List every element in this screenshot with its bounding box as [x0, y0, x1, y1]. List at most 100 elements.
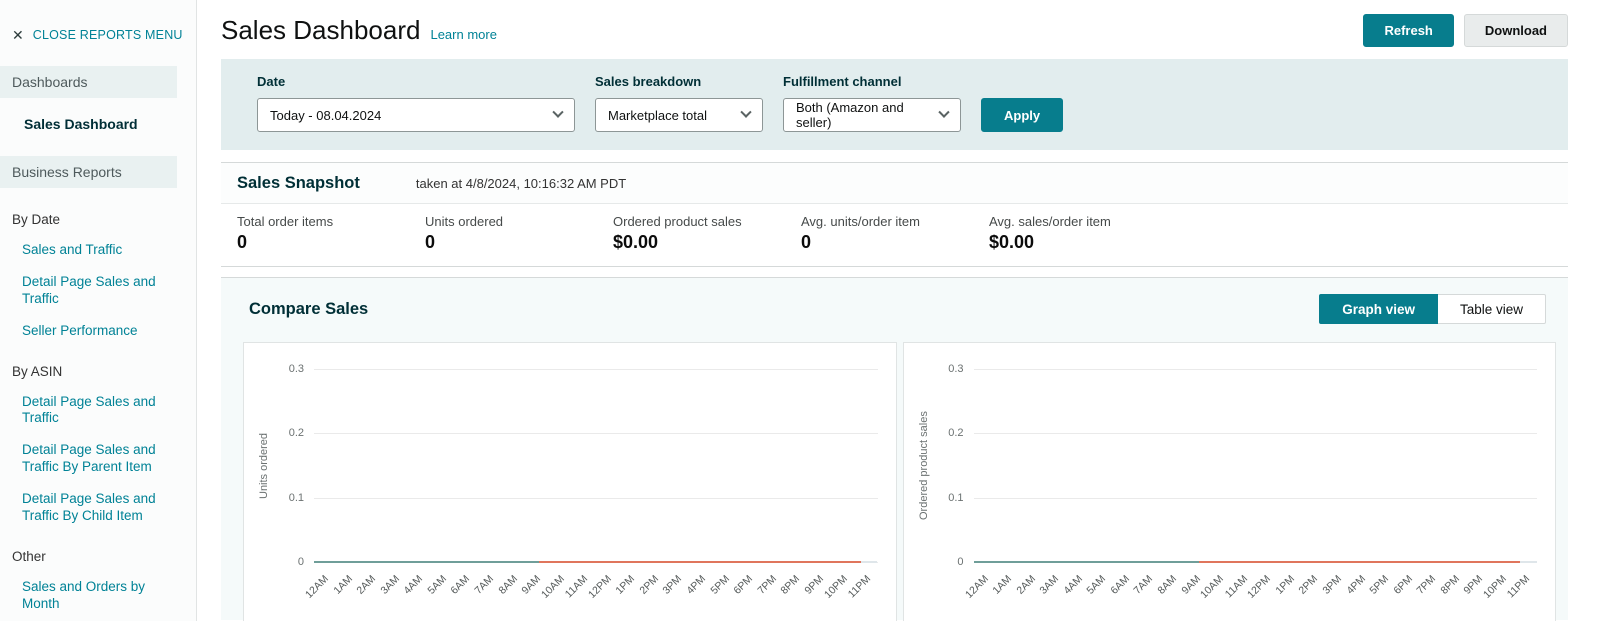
x-tick: 7AM: [472, 566, 501, 618]
y-tick-label: 0.2: [948, 427, 964, 440]
sidebar-group-by-date: By Date: [12, 212, 61, 227]
stat-value: 0: [801, 232, 812, 252]
sidebar-group-by-asin: By ASIN: [12, 363, 63, 379]
date-select-value: Today - 08.04.2024: [270, 107, 382, 123]
x-tick: 3PM: [1320, 566, 1349, 618]
date-label: Date: [257, 74, 286, 89]
x-tick: 2AM: [354, 566, 383, 618]
x-tick: 11PM: [846, 566, 878, 618]
sidebar-link[interactable]: Detail Page Sales and Traffic: [22, 394, 164, 428]
stat-label: Ordered product sales: [613, 214, 742, 229]
x-tick: 12AM: [303, 566, 336, 618]
sidebar-link[interactable]: Detail Page Sales and Traffic By Parent …: [22, 442, 164, 476]
snapshot-stat: Total order items 0: [237, 214, 425, 253]
compare-sales-section: Compare Sales Graph view Table view Unit…: [221, 277, 1568, 621]
x-axis-labels: 12AM 1AM 2AM 3AM 4AM 5AM 6AM 7AM 8AM 9AM…: [303, 566, 878, 618]
refresh-button[interactable]: Refresh: [1363, 14, 1454, 47]
reports-sidebar: ✕ CLOSE REPORTS MENU Dashboards Sales Da…: [0, 0, 197, 621]
page: ✕ CLOSE REPORTS MENU Dashboards Sales Da…: [0, 0, 1600, 621]
sales-snapshot-section: Sales Snapshot taken at 4/8/2024, 10:16:…: [221, 162, 1568, 267]
y-tick-label: 0: [957, 556, 964, 568]
learn-more-link[interactable]: Learn more: [430, 27, 496, 42]
y-axis-label: Units ordered: [258, 432, 270, 499]
units-ordered-chart: Units ordered 0.3 0.2 0.1 0 12AM 1AM 2AM…: [243, 342, 897, 621]
stat-label: Total order items: [237, 214, 334, 229]
ordered-product-sales-chart: Ordered product sales 0.3 0.2 0.1 0 12AM…: [902, 342, 1556, 621]
x-tick: 6AM: [1108, 566, 1137, 618]
sidebar-section-dashboards[interactable]: Dashboards: [0, 66, 177, 98]
snapshot-stat: Units ordered 0: [425, 214, 613, 253]
download-button[interactable]: Download: [1463, 14, 1568, 47]
x-tick: 5AM: [425, 566, 454, 618]
sidebar-section-business-reports[interactable]: Business Reports: [0, 156, 177, 188]
compare-sales-title: Compare Sales: [249, 299, 369, 318]
series-orange-line: [539, 561, 861, 563]
x-tick: 8PM: [1438, 566, 1467, 618]
snapshot-timestamp: taken at 4/8/2024, 10:16:32 AM PDT: [415, 176, 627, 191]
y-tick-label: 0.3: [288, 363, 304, 375]
stat-value: 0: [425, 232, 436, 252]
x-tick-label: 12AM: [962, 573, 991, 601]
series-orange-line: [1198, 561, 1521, 563]
snapshot-stat: Avg. sales/order item $0.00: [989, 214, 1177, 253]
x-tick: 8AM: [1155, 566, 1184, 618]
sidebar-links-by-date: Sales and Traffic Detail Page Sales and T…: [22, 242, 164, 340]
x-tick: 4AM: [402, 566, 430, 618]
x-tick: 12AM: [963, 566, 996, 618]
sidebar-link[interactable]: Detail Page Sales and Traffic: [22, 274, 164, 308]
y-tick-label: 0.2: [288, 427, 304, 440]
graph-view-button[interactable]: Graph view: [1319, 294, 1438, 324]
x-tick: 3PM: [661, 566, 689, 618]
x-tick: 2AM: [1014, 566, 1043, 618]
fulfillment-channel-value: Both (Amazon and seller): [796, 100, 904, 130]
y-tick-label: 0.1: [948, 491, 964, 504]
x-tick: 4PM: [684, 566, 713, 618]
y-tick-label: 0.3: [948, 363, 964, 375]
sidebar-group-other: Other: [12, 548, 46, 564]
x-tick: 5PM: [1367, 566, 1396, 618]
x-tick: 1PM: [1273, 566, 1302, 618]
sidebar-link[interactable]: Sales and Orders by Month: [22, 579, 164, 613]
sidebar-link[interactable]: Detail Page Sales and Traffic By Child I…: [22, 491, 164, 525]
x-tick: 7PM: [1415, 566, 1443, 618]
fulfillment-channel-select[interactable]: Both (Amazon and seller): [783, 98, 961, 132]
x-tick: 1PM: [614, 566, 642, 618]
x-tick: 6PM: [731, 566, 760, 618]
sales-breakdown-select[interactable]: Marketplace total: [595, 98, 763, 132]
y-tick-label: 0.1: [288, 491, 304, 504]
stat-value: 0: [237, 232, 248, 252]
x-tick: 7PM: [755, 566, 784, 618]
sidebar-item-sales-dashboard[interactable]: Sales Dashboard: [24, 116, 196, 132]
date-select[interactable]: Today - 08.04.2024: [257, 98, 575, 132]
y-tick-label: 0: [297, 556, 304, 568]
gridline: [973, 369, 1537, 370]
sales-snapshot-title: Sales Snapshot: [237, 174, 360, 192]
gridline: [314, 369, 878, 370]
table-view-button[interactable]: Table view: [1437, 294, 1546, 324]
fulfillment-channel-field: Fulfillment channel Both (Amazon and sel…: [783, 74, 961, 132]
snapshot-stat: Ordered product sales $0.00: [613, 214, 801, 253]
x-tick: 8AM: [496, 566, 525, 618]
stat-label: Units ordered: [425, 214, 504, 229]
page-header: Sales Dashboard Learn more Refresh Downl…: [221, 14, 1568, 47]
axis-line-tail: [1520, 561, 1537, 563]
chevron-down-icon: [938, 106, 950, 118]
zero-data-line: [973, 561, 1538, 563]
x-tick: 3AM: [1038, 566, 1066, 618]
x-tick: 8PM: [779, 566, 807, 618]
x-tick: 12PM: [1245, 566, 1278, 618]
apply-button[interactable]: Apply: [981, 98, 1064, 132]
filter-bar: Date Today - 08.04.2024 Sales breakdown …: [221, 59, 1568, 150]
x-tick: 7AM: [1132, 566, 1160, 618]
chevron-down-icon: [740, 106, 752, 118]
sidebar-links-other: Sales and Orders by Month: [22, 579, 164, 613]
close-reports-menu-button[interactable]: ✕ CLOSE REPORTS MENU: [0, 28, 196, 42]
stat-value: $0.00: [989, 232, 1035, 252]
page-title: Sales Dashboard: [221, 15, 421, 45]
x-tick: 1AM: [990, 566, 1019, 618]
view-toggle: Graph view Table view: [1319, 294, 1546, 324]
plot-area: 0.3 0.2 0.1 0: [948, 363, 1538, 568]
sidebar-link[interactable]: Seller Performance: [22, 323, 164, 340]
sidebar-link[interactable]: Sales and Traffic: [22, 242, 164, 259]
date-field: Date Today - 08.04.2024: [257, 74, 575, 132]
